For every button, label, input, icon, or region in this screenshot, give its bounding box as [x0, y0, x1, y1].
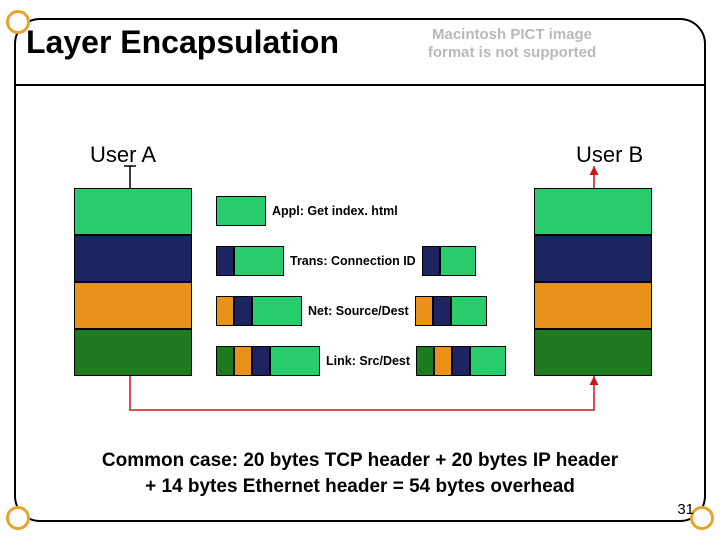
page-number: 31 [677, 501, 694, 518]
seg-appl-payload [470, 346, 506, 376]
user-b-label: User B [576, 142, 643, 168]
seg-link-header [416, 346, 434, 376]
seg-trans-header [452, 346, 470, 376]
seg-appl-payload [252, 296, 302, 326]
stack-b-application [534, 188, 652, 235]
seg-appl-payload [216, 196, 266, 226]
seg-net-header [234, 346, 252, 376]
seg-appl-payload [234, 246, 284, 276]
overhead-summary: Common case: 20 bytes TCP header + 20 by… [60, 448, 660, 499]
encap-label-link: Link: Src/Dest [320, 354, 416, 368]
user-a-label: User A [90, 142, 156, 168]
encap-row-link: Link: Src/Dest [216, 346, 528, 376]
seg-link-header [216, 346, 234, 376]
seg-trans-header [422, 246, 440, 276]
seg-net-header [434, 346, 452, 376]
title-divider [16, 84, 704, 86]
encap-row-application: Appl: Get index. html [216, 196, 528, 226]
slide-title: Layer Encapsulation [26, 24, 339, 61]
stack-user-a [74, 188, 192, 376]
seg-net-header [216, 296, 234, 326]
stack-user-b [534, 188, 652, 376]
encap-label-application: Appl: Get index. html [266, 204, 404, 218]
seg-trans-header [433, 296, 451, 326]
seg-appl-payload [451, 296, 487, 326]
encap-label-transport: Trans: Connection ID [284, 254, 422, 268]
stack-a-application [74, 188, 192, 235]
encap-row-network: Net: Source/Dest [216, 296, 528, 326]
stack-b-link [534, 329, 652, 376]
encap-row-transport: Trans: Connection ID [216, 246, 528, 276]
pict-unsupported-notice: Macintosh PICT image format is not suppo… [426, 26, 598, 62]
seg-trans-header [234, 296, 252, 326]
overhead-line-1: Common case: 20 bytes TCP header + 20 by… [102, 450, 618, 471]
overhead-line-2: + 14 bytes Ethernet header = 54 bytes ov… [145, 476, 575, 497]
stack-a-transport [74, 235, 192, 282]
seg-appl-payload [270, 346, 320, 376]
frame-corner-accent [6, 506, 30, 530]
stack-a-link [74, 329, 192, 376]
encap-label-network: Net: Source/Dest [302, 304, 415, 318]
seg-trans-header [252, 346, 270, 376]
stack-b-network [534, 282, 652, 329]
seg-net-header [415, 296, 433, 326]
stack-b-transport [534, 235, 652, 282]
stack-a-network [74, 282, 192, 329]
seg-trans-header [216, 246, 234, 276]
seg-appl-payload [440, 246, 476, 276]
